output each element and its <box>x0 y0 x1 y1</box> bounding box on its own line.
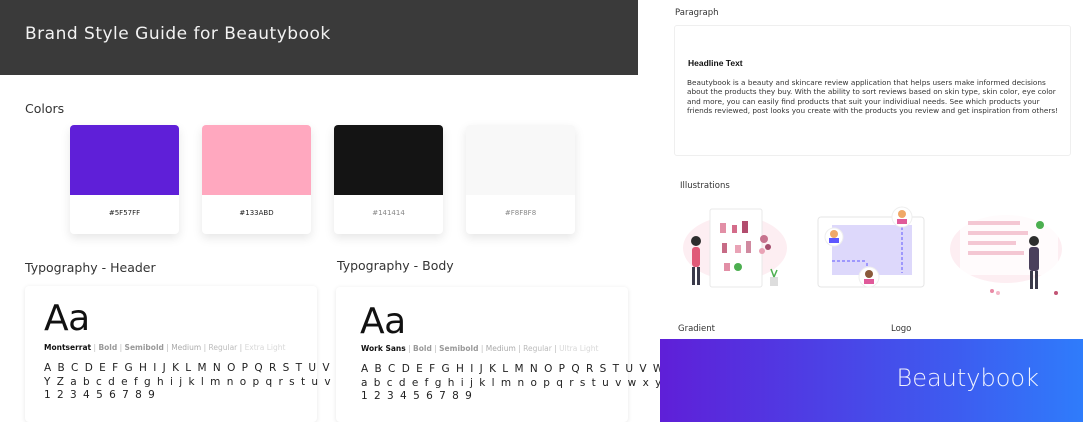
font-name: Montserrat <box>44 343 92 352</box>
colors-label: Colors <box>25 101 65 116</box>
swatch-fill <box>334 125 443 195</box>
typography-body-label: Typography - Body <box>337 258 454 273</box>
paragraph-headline: Headline Text <box>688 58 743 68</box>
weight-medium: Medium <box>485 344 516 353</box>
typography-body-card: Aa Work Sans | Bold | Semibold | Medium … <box>336 287 703 422</box>
illustration-makeup-shelf <box>683 208 787 288</box>
font-weights: Montserrat | Bold | Semibold | Medium | … <box>44 343 286 352</box>
typography-header-card: Aa Montserrat | Bold | Semibold | Medium… <box>25 286 383 422</box>
swatch-code: #F8F8F8 <box>504 209 537 217</box>
alphabet-line: a b c d e f g h i j k l m n o p q r s t … <box>361 376 675 389</box>
weight-semibold: Semibold <box>439 344 479 353</box>
color-swatch-purple: #5F57FF <box>70 125 179 234</box>
alphabet-sample: A B C D E F G H I J K L M N O P Q R S T … <box>44 362 384 403</box>
alphabet-line: 1 2 3 4 5 6 7 8 9 <box>44 389 157 401</box>
typography-header-label: Typography - Header <box>25 260 156 275</box>
alphabet-line: A B C D E F G H I J K L M N O P Q R S T … <box>44 362 362 374</box>
swatch-code: #5F57FF <box>108 209 141 217</box>
weight-light: Ultra Light <box>559 344 599 353</box>
gradient-label: Gradient <box>678 324 715 334</box>
swatch-fill <box>70 125 179 195</box>
alphabet-sample: A B C D E F G H I J K L M N O P Q R S T … <box>361 363 705 404</box>
color-swatch-black: #141414 <box>334 125 443 234</box>
type-sample-aa: Aa <box>44 298 90 339</box>
logo-label: Logo <box>891 324 912 334</box>
page-title: Brand Style Guide for Beautybook <box>25 24 331 44</box>
weight-light: Extra Light <box>244 343 286 352</box>
alphabet-line: A B C D E F G H I J K L M N O P Q R S T … <box>361 363 705 375</box>
swatch-fill <box>202 125 311 195</box>
illustration-social-network <box>817 206 925 288</box>
font-weights: Work Sans | Bold | Semibold | Medium | R… <box>361 344 599 353</box>
color-swatch-light: #F8F8F8 <box>466 125 575 234</box>
weight-semibold: Semibold <box>124 343 164 352</box>
illustration-reviews <box>950 213 1062 295</box>
paragraph-body: Beautybook is a beauty and skincare revi… <box>687 78 1059 116</box>
swatch-code: #141414 <box>372 209 405 217</box>
font-name: Work Sans <box>361 344 406 353</box>
brand-logo: Beautybook <box>896 364 1039 392</box>
paragraph-card: Headline Text Beautybook is a beauty and… <box>674 25 1071 156</box>
weight-bold: Bold <box>98 343 118 352</box>
weight-regular: Regular <box>208 343 238 352</box>
weight-bold: Bold <box>413 344 432 353</box>
alphabet-line: Y Z a b c d e f g h i j k l m n o p q r … <box>44 375 385 388</box>
illustrations-label: Illustrations <box>680 181 730 191</box>
alphabet-line: 1 2 3 4 5 6 7 8 9 <box>361 390 474 402</box>
gradient-banner: Beautybook <box>660 339 1083 422</box>
swatch-fill <box>466 125 575 195</box>
type-sample-aa: Aa <box>360 301 406 342</box>
color-swatch-pink: #133ABD <box>202 125 311 234</box>
weight-medium: Medium <box>171 343 202 352</box>
paragraph-label: Paragraph <box>675 8 719 18</box>
swatch-code: #133ABD <box>239 209 274 217</box>
weight-regular: Regular <box>523 344 552 353</box>
